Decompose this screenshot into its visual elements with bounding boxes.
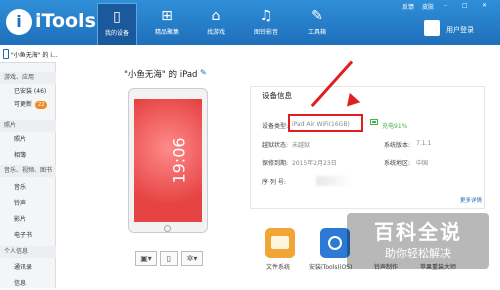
serial-label: 序 列 号: bbox=[262, 179, 286, 186]
feedback-link[interactable]: 反馈 bbox=[402, 2, 414, 11]
info-title: 设备信息 bbox=[262, 91, 292, 100]
sidebar-item-music[interactable]: 音乐 bbox=[0, 181, 56, 194]
sidebar-item-ebooks[interactable]: 电子书 bbox=[0, 229, 56, 242]
sidebar-item-contacts[interactable]: 通讯录 bbox=[0, 261, 56, 274]
highlight-box bbox=[288, 114, 363, 132]
battery-icon bbox=[370, 119, 378, 125]
maximize-icon[interactable]: □ bbox=[462, 2, 468, 9]
sidebar-item-updatable[interactable]: 可更新 22 bbox=[0, 98, 56, 111]
phone-icon: ▯ bbox=[113, 9, 121, 25]
sidebar-section-media: 音乐、视频、图书 bbox=[0, 165, 56, 177]
screen-time: 19:06 bbox=[169, 137, 189, 184]
ipad-image: 19:06 bbox=[128, 88, 208, 233]
screenshot-button[interactable]: ▣▾ bbox=[135, 251, 157, 266]
grid-icon: ⊞ bbox=[161, 8, 173, 24]
gamepad-icon: ⌂ bbox=[211, 8, 221, 24]
device-title: "小鱼无海" 的 iPad bbox=[124, 70, 198, 80]
screenshot-icon: ▣▾ bbox=[140, 254, 152, 263]
minimize-icon[interactable]: – bbox=[444, 2, 447, 9]
install-itools-label: 安装iTools(iOS) bbox=[309, 264, 353, 271]
jailbreak-label: 越狱状态: bbox=[262, 142, 289, 149]
avatar[interactable] bbox=[424, 20, 440, 36]
folder-icon bbox=[271, 236, 289, 249]
system-version-value: 7.1.1 bbox=[416, 140, 432, 147]
skin-link[interactable]: 皮肤 bbox=[422, 2, 434, 11]
itools-logo-icon: i bbox=[6, 9, 32, 35]
file-system-button[interactable] bbox=[265, 228, 295, 258]
nav-featured[interactable]: ⊞ 精品聚集 bbox=[147, 3, 187, 45]
sidebar-item-ringtones[interactable]: 铃声 bbox=[0, 197, 56, 210]
file-system-label: 文件系统 bbox=[266, 264, 291, 271]
wrench-icon: ✎ bbox=[311, 8, 323, 24]
device-selector[interactable]: "小鱼无海" 的 i... bbox=[0, 45, 58, 63]
sidebar-section-photos: 照片 bbox=[0, 120, 56, 132]
battery-value: 充电91% bbox=[382, 123, 408, 130]
home-button-icon bbox=[164, 225, 171, 232]
sidebar-item-movies[interactable]: 影片 bbox=[0, 213, 56, 226]
jailbreak-value: 未越狱 bbox=[292, 142, 311, 149]
nav-media[interactable]: ♫ 图铃影音 bbox=[246, 3, 286, 45]
sidebar: "小鱼无海" 的 i... 游戏、应用 已安装 (46) 可更新 22 照片 照片… bbox=[0, 45, 58, 290]
nav-games[interactable]: ⌂ 找游戏 bbox=[196, 3, 236, 45]
settings-button[interactable]: ✲▾ bbox=[181, 251, 203, 266]
close-icon[interactable]: ✕ bbox=[482, 2, 487, 9]
sidebar-item-photos[interactable]: 照片 bbox=[0, 133, 56, 146]
watermark: 百科全说 助你轻松解决 bbox=[347, 213, 489, 269]
sidebar-item-messages[interactable]: 信息 bbox=[0, 277, 56, 290]
ipad-icon bbox=[3, 49, 9, 59]
watermark-main: 百科全说 bbox=[374, 220, 462, 244]
warranty-value: 2015年2月23日 bbox=[292, 160, 337, 167]
region-value: 中国 bbox=[416, 160, 429, 167]
gear-icon: ✲▾ bbox=[186, 254, 198, 263]
watermark-sub: 助你轻松解决 bbox=[385, 247, 451, 260]
system-version-label: 系统版本: bbox=[384, 142, 411, 149]
device-button[interactable]: ▯ bbox=[160, 251, 178, 266]
music-icon: ♫ bbox=[259, 8, 273, 24]
warranty-label: 保修到期: bbox=[262, 160, 289, 167]
install-itools-button[interactable] bbox=[320, 228, 350, 258]
app-title: iTools bbox=[35, 10, 96, 32]
sidebar-item-albums[interactable]: 相簿 bbox=[0, 149, 56, 162]
region-label: 系统地区: bbox=[384, 160, 411, 167]
edit-name-icon[interactable]: ✎ bbox=[200, 68, 207, 77]
app-icon bbox=[328, 236, 342, 250]
update-count-badge: 22 bbox=[35, 101, 48, 109]
nav-toolbox[interactable]: ✎ 工具箱 bbox=[297, 3, 337, 45]
user-login-link[interactable]: 用户登录 bbox=[446, 25, 474, 35]
device-type-label: 设备类型: bbox=[262, 123, 289, 130]
phone-small-icon: ▯ bbox=[166, 254, 172, 263]
serial-value-redacted bbox=[316, 176, 352, 186]
top-bar: i iTools ▯ 我的设备 ⊞ 精品聚集 ⌂ 找游戏 ♫ 图铃影音 ✎ 工具… bbox=[0, 0, 500, 45]
nav-my-device[interactable]: ▯ 我的设备 bbox=[97, 3, 137, 45]
more-details-link[interactable]: 更多详情 bbox=[460, 196, 482, 204]
ipad-screen: 19:06 bbox=[134, 99, 202, 222]
sidebar-item-installed[interactable]: 已安装 (46) bbox=[0, 85, 56, 98]
sidebar-section-personal: 个人信息 bbox=[0, 246, 56, 258]
sidebar-section-apps: 游戏、应用 bbox=[0, 72, 56, 84]
